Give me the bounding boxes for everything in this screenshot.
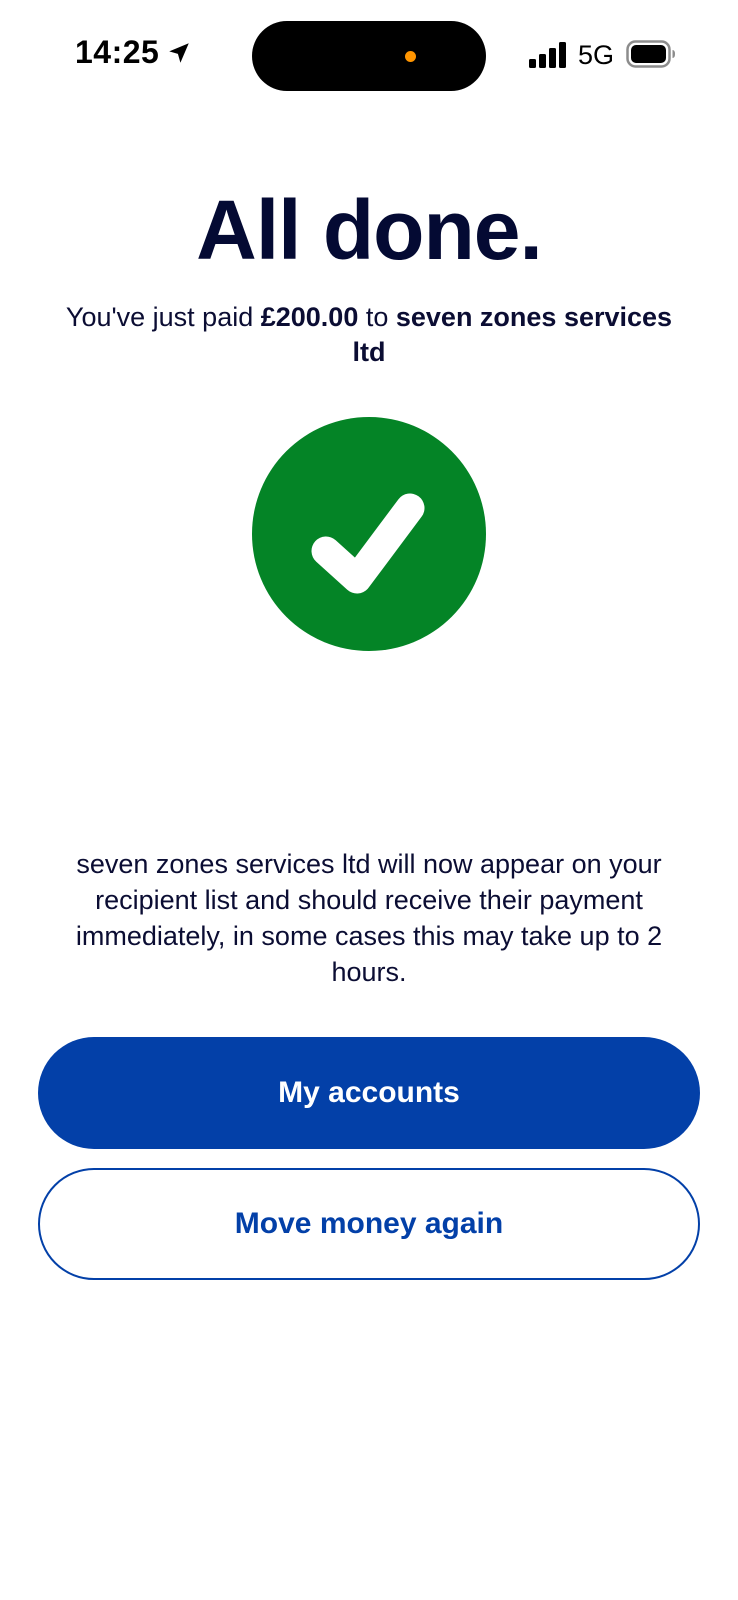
recipient-name: seven zones services ltd	[352, 302, 673, 367]
status-bar: 14:25 5G	[0, 0, 738, 100]
dynamic-island	[252, 21, 486, 91]
location-arrow-icon	[169, 43, 189, 63]
my-accounts-button[interactable]: My accounts	[38, 1037, 700, 1149]
page-title: All done.	[196, 183, 543, 277]
network-type-label: 5G	[578, 40, 615, 70]
summary-prefix: You've just paid	[65, 302, 261, 332]
privacy-indicator-dot	[405, 51, 416, 62]
summary-middle: to	[358, 302, 396, 332]
payment-amount: £200.00	[260, 302, 359, 332]
move-money-again-button[interactable]: Move money again	[38, 1168, 700, 1280]
status-time: 14:25	[75, 34, 160, 70]
battery-icon	[626, 40, 675, 68]
payment-info-text: seven zones services ltd will now appear…	[75, 849, 663, 987]
checkmark-circle-icon	[252, 417, 486, 651]
signal-bars-icon	[529, 42, 566, 68]
payment-summary: You've just paid £200.00 to seven zones …	[60, 300, 678, 370]
